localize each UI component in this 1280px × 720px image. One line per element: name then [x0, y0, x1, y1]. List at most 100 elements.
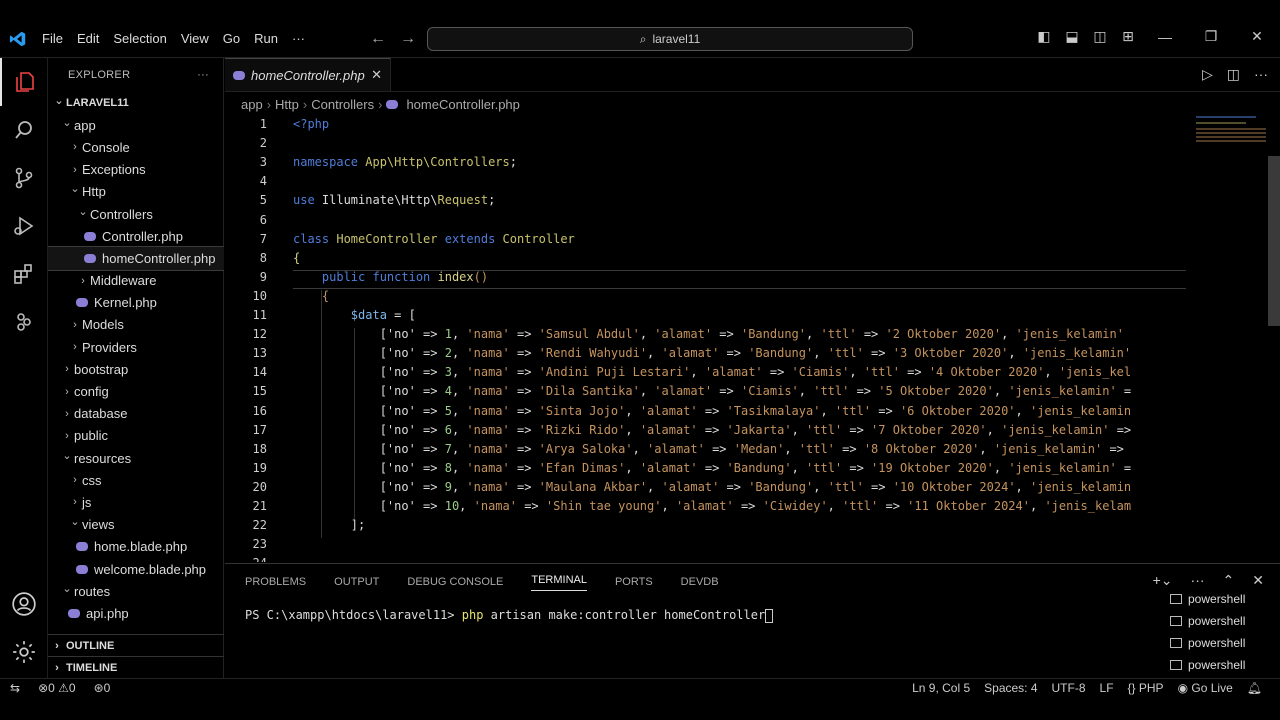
more-actions-icon[interactable]: ··· — [1191, 572, 1205, 589]
tree-folder[interactable]: › bootstrap — [48, 358, 224, 380]
outline-section[interactable]: › OUTLINE — [48, 634, 224, 656]
problems-indicator[interactable]: ⊗0 ⚠0 — [38, 681, 76, 695]
toggle-secondary-sidebar-icon[interactable]: ◫ — [1086, 28, 1114, 45]
panel-tab[interactable]: DEBUG CONSOLE — [407, 576, 503, 588]
menu-item[interactable]: View — [181, 31, 209, 46]
search-view-icon[interactable] — [0, 106, 48, 154]
tree-folder[interactable]: › Exceptions — [48, 159, 224, 181]
back-arrow-icon[interactable]: ← — [370, 30, 386, 48]
more-actions-icon[interactable]: ··· — [197, 69, 209, 81]
go-live-button[interactable]: ◉ Go Live — [1178, 681, 1233, 695]
forward-arrow-icon[interactable]: → — [400, 30, 416, 48]
menu-item[interactable]: ··· — [292, 31, 305, 46]
code-token: , — [451, 384, 467, 399]
tree-folder[interactable]: ⌄ Http — [48, 181, 224, 203]
ports-indicator[interactable]: ⊛0 — [94, 681, 111, 695]
terminal-output[interactable]: PS C:\xampp\htdocs\laravel11> php artisa… — [245, 608, 774, 623]
terminal-instance-label: powershell — [1188, 658, 1246, 672]
tree-item-label: Providers — [82, 339, 137, 355]
code-token: , — [979, 441, 994, 456]
tree-folder[interactable]: ⌄ app — [48, 114, 224, 136]
cursor-position[interactable]: Ln 9, Col 5 — [912, 681, 970, 695]
minimap[interactable] — [1190, 116, 1280, 562]
tree-folder[interactable]: › Middleware — [48, 270, 224, 292]
end-of-line[interactable]: LF — [1100, 681, 1114, 695]
tree-file[interactable]: Kernel.php — [48, 292, 224, 314]
language-mode[interactable]: {} PHP — [1128, 681, 1164, 695]
tree-folder[interactable]: ⌄ routes — [48, 580, 224, 602]
extensions-icon[interactable] — [0, 250, 48, 298]
maximize-panel-icon[interactable]: ⌃ — [1223, 572, 1235, 589]
menu-item[interactable]: Selection — [113, 31, 166, 46]
tree-folder[interactable]: › Models — [48, 314, 224, 336]
terminal-instance[interactable]: powershell — [1162, 588, 1274, 610]
explorer-icon[interactable] — [0, 58, 48, 106]
panel-tab[interactable]: OUTPUT — [334, 576, 379, 588]
tree-folder[interactable]: › js — [48, 491, 224, 513]
tree-folder[interactable]: ⌄ LARAVEL11 — [48, 92, 224, 114]
command-center-search[interactable]: ⌕ laravel11 — [427, 27, 913, 51]
tree-folder[interactable]: › css — [48, 469, 224, 491]
remote-indicator-icon[interactable]: ⇆ — [10, 681, 20, 695]
breadcrumb-item[interactable]: Http — [275, 97, 299, 112]
breadcrumb-item[interactable]: Controllers — [311, 97, 374, 112]
toggle-primary-sidebar-icon[interactable]: ◧ — [1030, 28, 1058, 45]
run-debug-icon[interactable] — [0, 202, 48, 250]
tree-file[interactable]: api.php — [48, 602, 224, 624]
source-control-icon[interactable] — [0, 154, 48, 202]
panel-tab[interactable]: PROBLEMS — [245, 576, 306, 588]
tree-file[interactable]: welcome.blade.php — [48, 558, 224, 580]
tree-file[interactable]: Controller.php — [48, 225, 224, 247]
toggle-panel-icon[interactable]: ⬓ — [1058, 28, 1086, 45]
accounts-icon[interactable] — [0, 580, 48, 628]
broadcast-icon: ◉ — [1177, 681, 1189, 695]
code-token: 'Rizki Rido' — [538, 422, 626, 437]
close-tab-icon[interactable]: ✕ — [371, 67, 382, 83]
settings-gear-icon[interactable] — [0, 628, 48, 676]
terminal-instance[interactable]: powershell — [1162, 610, 1274, 632]
menu-item[interactable]: Go — [223, 31, 240, 46]
tree-folder[interactable]: › Console — [48, 136, 224, 158]
panel-tab[interactable]: TERMINAL — [531, 574, 587, 591]
close-panel-icon[interactable]: ✕ — [1252, 572, 1264, 589]
terminal-instance[interactable]: powershell — [1162, 632, 1274, 654]
remote-explorer-icon[interactable] — [0, 298, 48, 346]
encoding[interactable]: UTF-8 — [1052, 681, 1086, 695]
tree-folder[interactable]: › Providers — [48, 336, 224, 358]
tree-folder[interactable]: › database — [48, 403, 224, 425]
customize-layout-icon[interactable]: ⊞ — [1114, 28, 1142, 45]
tree-item-label: css — [82, 472, 102, 488]
split-editor-icon[interactable]: ◫ — [1227, 66, 1240, 83]
new-terminal-icon[interactable]: +⌄ — [1153, 572, 1173, 589]
panel-tab[interactable]: PORTS — [615, 576, 653, 588]
code-editor[interactable]: 1 <?php 2 3 namespace App\Http\Controllers; … — [225, 116, 1265, 562]
minimize-button[interactable]: — — [1142, 29, 1188, 45]
tree-folder[interactable]: ⌄ resources — [48, 447, 224, 469]
code-token: => — [509, 403, 539, 418]
run-icon[interactable]: ▷ — [1202, 66, 1213, 83]
breadcrumb-item[interactable]: app — [241, 97, 263, 112]
tree-folder[interactable]: ⌄ views — [48, 514, 224, 536]
line-number: 2 — [259, 136, 267, 151]
menu-item[interactable]: File — [42, 31, 63, 46]
menu-item[interactable]: Run — [254, 31, 278, 46]
code-token: 'Ciamis' — [740, 384, 799, 399]
tree-file[interactable]: home.blade.php — [48, 536, 224, 558]
breadcrumb-item[interactable]: homeController.php — [406, 97, 519, 112]
restore-button[interactable]: ❐ — [1188, 28, 1234, 45]
vertical-scrollbar[interactable] — [1268, 156, 1280, 326]
close-window-button[interactable]: ✕ — [1234, 28, 1280, 45]
tree-folder[interactable]: ⌄ Controllers — [48, 203, 224, 225]
timeline-section[interactable]: › TIMELINE — [48, 656, 224, 678]
tree-folder[interactable]: › config — [48, 380, 224, 402]
panel-tab[interactable]: DEVDB — [681, 576, 719, 588]
terminal-instance[interactable]: powershell — [1162, 654, 1274, 676]
tab-homecontroller[interactable]: homeController.php ✕ — [225, 58, 391, 91]
tree-folder[interactable]: › public — [48, 425, 224, 447]
tree-file[interactable]: homeController.php — [48, 246, 224, 271]
notifications-icon[interactable]: 🔔︎ — [1247, 681, 1262, 695]
more-actions-icon[interactable]: ··· — [1254, 66, 1268, 83]
menu-item[interactable]: Edit — [77, 31, 99, 46]
indentation[interactable]: Spaces: 4 — [984, 681, 1037, 695]
code-token: , — [993, 460, 1009, 475]
